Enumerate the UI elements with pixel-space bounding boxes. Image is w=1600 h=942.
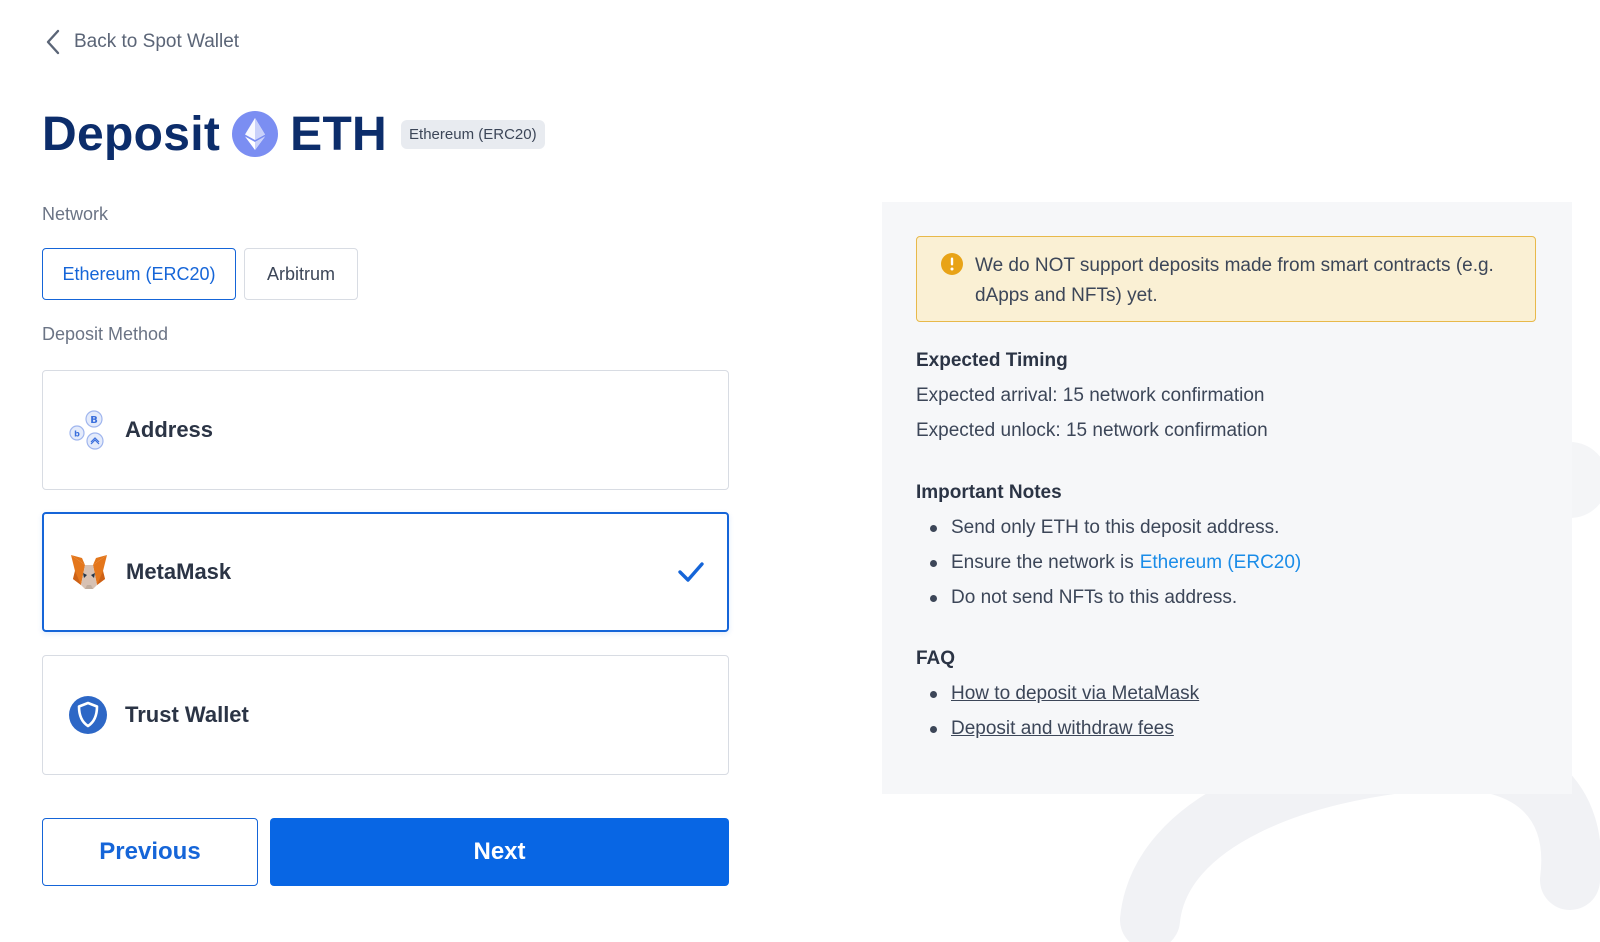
chevron-left-icon bbox=[46, 29, 60, 55]
metamask-fox-icon bbox=[71, 555, 107, 589]
expected-timing-title: Expected Timing bbox=[916, 350, 1068, 371]
note-item: Send only ETH to this deposit address. bbox=[930, 517, 1279, 539]
deposit-method-label: Deposit Method bbox=[42, 324, 169, 344]
expected-unlock: Expected unlock: 15 network confirmation bbox=[916, 420, 1268, 441]
network-label: Network bbox=[42, 204, 109, 224]
trust-wallet-shield-icon bbox=[69, 696, 107, 734]
ethereum-icon bbox=[232, 111, 279, 157]
important-notes-title: Important Notes bbox=[916, 482, 1062, 503]
method-option-trust-wallet[interactable]: Trust Wallet bbox=[42, 655, 729, 775]
method-label-metamask: MetaMask bbox=[126, 559, 232, 584]
method-option-address[interactable]: B b Address bbox=[42, 370, 729, 490]
method-option-metamask[interactable]: MetaMask bbox=[42, 512, 729, 632]
next-button[interactable]: Next bbox=[270, 818, 729, 886]
network-highlight: Ethereum (ERC20) bbox=[1139, 552, 1302, 573]
back-link-label: Back to Spot Wallet bbox=[74, 31, 240, 52]
faq-title: FAQ bbox=[916, 648, 956, 669]
page-title: Deposit ETH Ethereum (ERC20) bbox=[42, 104, 545, 164]
method-label-trust-wallet: Trust Wallet bbox=[125, 702, 249, 727]
title-prefix: Deposit bbox=[42, 107, 221, 161]
faq-link-fees[interactable]: Deposit and withdraw fees bbox=[951, 718, 1174, 740]
warning-banner: We do NOT support deposits made from sma… bbox=[916, 236, 1536, 322]
checkmark-icon bbox=[678, 562, 704, 582]
coins-address-icon: B b bbox=[69, 410, 104, 450]
network-badge: Ethereum (ERC20) bbox=[401, 119, 545, 149]
faq-item: How to deposit via MetaMask bbox=[930, 683, 1199, 705]
svg-text:B: B bbox=[90, 415, 98, 426]
previous-button[interactable]: Previous bbox=[42, 818, 258, 886]
network-option-arbitrum[interactable]: Arbitrum bbox=[244, 248, 358, 300]
method-label-address: Address bbox=[125, 417, 214, 442]
svg-text:b: b bbox=[74, 430, 80, 439]
faq-item: Deposit and withdraw fees bbox=[930, 718, 1174, 740]
expected-arrival: Expected arrival: 15 network confirmatio… bbox=[916, 385, 1265, 406]
warning-text: We do NOT support deposits made from sma… bbox=[975, 255, 1494, 306]
info-panel: We do NOT support deposits made from sma… bbox=[882, 202, 1572, 794]
note-item: Ensure the network is Ethereum (ERC20) bbox=[930, 552, 1301, 574]
network-option-ethereum[interactable]: Ethereum (ERC20) bbox=[42, 248, 236, 300]
faq-link-metamask[interactable]: How to deposit via MetaMask bbox=[951, 683, 1199, 705]
back-to-spot-wallet-link[interactable]: Back to Spot Wallet bbox=[44, 28, 239, 56]
title-coin: ETH bbox=[290, 107, 388, 161]
note-item: Do not send NFTs to this address. bbox=[930, 587, 1237, 609]
warning-icon bbox=[941, 253, 963, 275]
